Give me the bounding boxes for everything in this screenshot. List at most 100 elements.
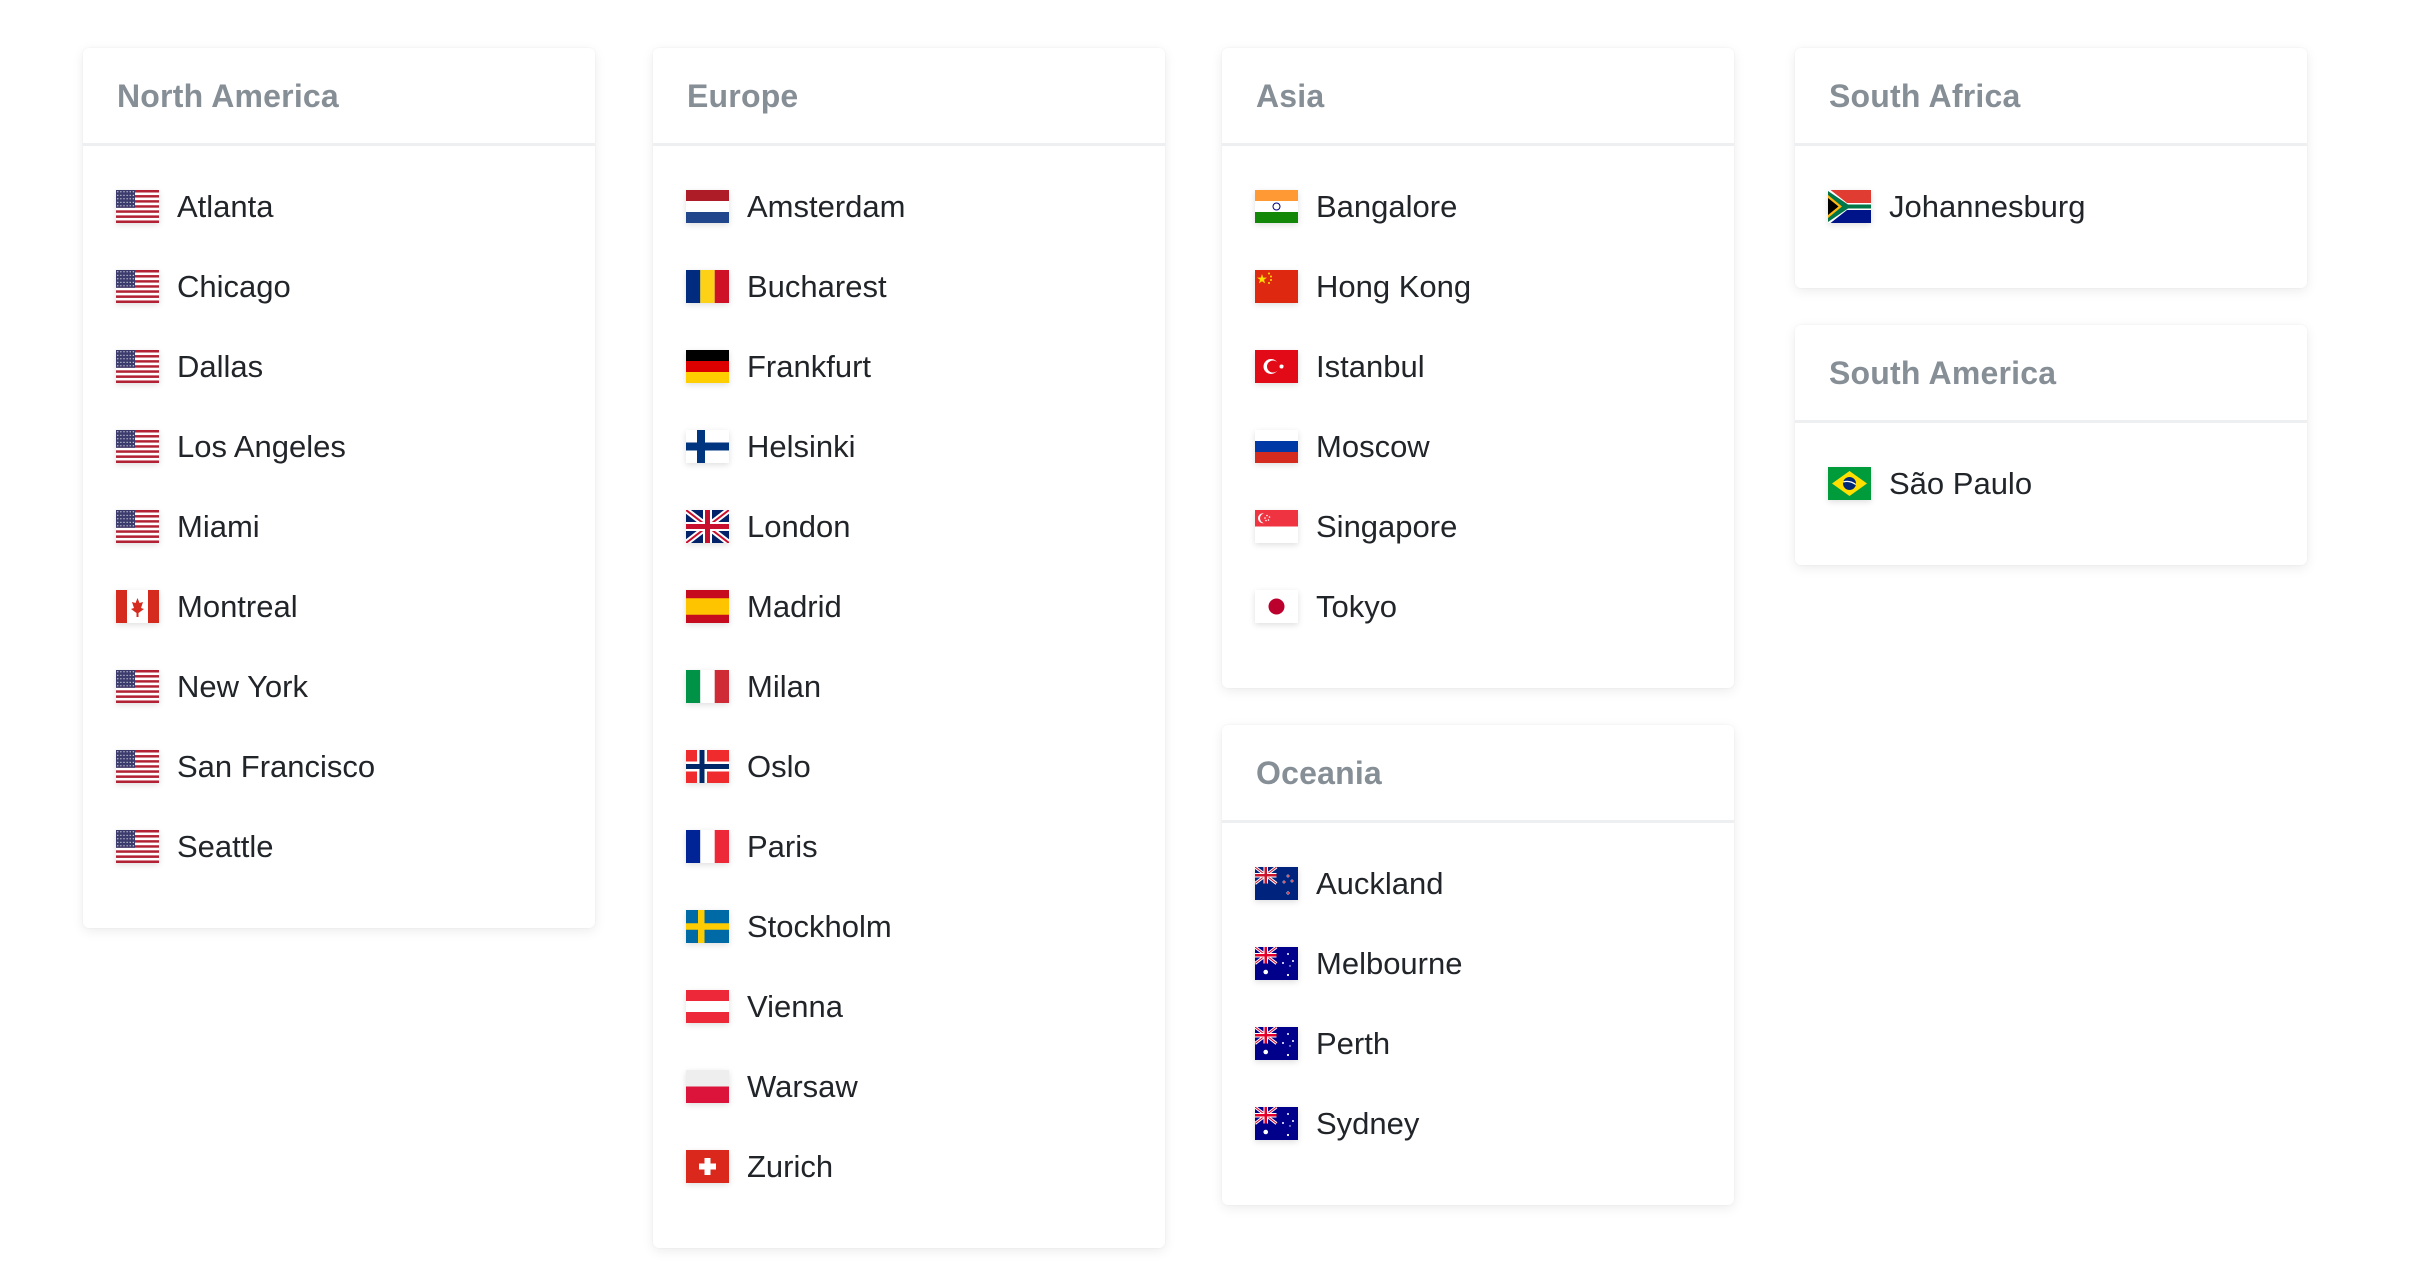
city-name: Zurich — [747, 1149, 834, 1184]
norway-flag-icon — [686, 750, 729, 783]
city-list: Amsterdam Bucharest Frankfurt Helsinki Londo… — [653, 146, 1165, 1248]
city-item[interactable]: Warsaw — [653, 1069, 1165, 1150]
city-item[interactable]: San Francisco — [83, 749, 595, 830]
city-item[interactable]: Helsinki — [653, 429, 1165, 510]
city-name: Atlanta — [177, 189, 274, 224]
netherlands-flag-icon — [686, 190, 729, 223]
card-header: South Africa — [1795, 48, 2307, 146]
city-item[interactable]: Frankfurt — [653, 349, 1165, 430]
city-name: Vienna — [747, 989, 843, 1024]
city-item[interactable]: Paris — [653, 829, 1165, 910]
city-item[interactable]: Atlanta — [83, 189, 595, 270]
region-title: South Africa — [1829, 78, 2021, 114]
city-item[interactable]: Perth — [1222, 1026, 1734, 1107]
city-item[interactable]: Vienna — [653, 989, 1165, 1070]
city-item[interactable]: Los Angeles — [83, 429, 595, 510]
city-item[interactable]: São Paulo — [1795, 466, 2307, 547]
city-item[interactable]: Chicago — [83, 269, 595, 350]
city-name: Dallas — [177, 349, 264, 384]
city-name: Seattle — [177, 829, 274, 864]
city-name: Chicago — [177, 269, 291, 304]
us-flag-icon — [116, 270, 159, 303]
city-item[interactable]: Istanbul — [1222, 349, 1734, 430]
city-name: Stockholm — [747, 909, 892, 944]
turkey-flag-icon — [1255, 350, 1298, 383]
city-name: Singapore — [1316, 509, 1458, 544]
city-item[interactable]: Amsterdam — [653, 189, 1165, 270]
region-card-south-america: South America São Paulo — [1795, 325, 2307, 565]
city-name: Bucharest — [747, 269, 887, 304]
us-flag-icon — [116, 430, 159, 463]
city-name: Hong Kong — [1316, 269, 1472, 304]
city-item[interactable]: Singapore — [1222, 509, 1734, 590]
finland-flag-icon — [686, 430, 729, 463]
city-list: São Paulo — [1795, 423, 2307, 565]
city-name: Los Angeles — [177, 429, 346, 464]
austria-flag-icon — [686, 990, 729, 1023]
city-item[interactable]: Auckland — [1222, 866, 1734, 947]
india-flag-icon — [1255, 190, 1298, 223]
city-item[interactable]: Oslo — [653, 749, 1165, 830]
city-item[interactable]: Hong Kong — [1222, 269, 1734, 350]
card-header: Europe — [653, 48, 1165, 146]
russia-flag-icon — [1255, 430, 1298, 463]
region-title: Europe — [687, 78, 799, 114]
region-title: South America — [1829, 355, 2057, 391]
city-name: San Francisco — [177, 749, 376, 784]
city-name: Miami — [177, 509, 260, 544]
city-name: Tokyo — [1316, 589, 1397, 624]
uk-flag-icon — [686, 510, 729, 543]
italy-flag-icon — [686, 670, 729, 703]
city-name: Montreal — [177, 589, 298, 624]
city-item[interactable]: Milan — [653, 669, 1165, 750]
city-item[interactable]: Dallas — [83, 349, 595, 430]
city-item[interactable]: Melbourne — [1222, 946, 1734, 1027]
city-name: Johannesburg — [1889, 189, 2086, 224]
city-name: Moscow — [1316, 429, 1430, 464]
china-flag-icon — [1255, 270, 1298, 303]
city-item[interactable]: Johannesburg — [1795, 189, 2307, 270]
city-name: New York — [177, 669, 308, 704]
city-item[interactable]: Madrid — [653, 589, 1165, 670]
city-item[interactable]: Bangalore — [1222, 189, 1734, 270]
region-card-north-america: North America Atlanta Chicago Dallas Los An… — [83, 48, 595, 928]
city-item[interactable]: Stockholm — [653, 909, 1165, 990]
city-item[interactable]: Montreal — [83, 589, 595, 670]
city-name: London — [747, 509, 851, 544]
city-item[interactable]: New York — [83, 669, 595, 750]
city-name: Istanbul — [1316, 349, 1425, 384]
city-name: São Paulo — [1889, 466, 2033, 501]
singapore-flag-icon — [1255, 510, 1298, 543]
us-flag-icon — [116, 510, 159, 543]
region-title: North America — [117, 78, 339, 114]
city-item[interactable]: Bucharest — [653, 269, 1165, 350]
region-title: Oceania — [1256, 755, 1382, 791]
japan-flag-icon — [1255, 590, 1298, 623]
us-flag-icon — [116, 190, 159, 223]
city-item[interactable]: Seattle — [83, 829, 595, 910]
region-card-asia: Asia Bangalore Hong Kong Istanbul Moscow Sin… — [1222, 48, 1734, 688]
card-header: Asia — [1222, 48, 1734, 146]
city-item[interactable]: Moscow — [1222, 429, 1734, 510]
city-list: Auckland Melbourne Perth Sydney — [1222, 823, 1734, 1205]
city-name: Auckland — [1316, 866, 1444, 901]
city-item[interactable]: London — [653, 509, 1165, 590]
city-name: Melbourne — [1316, 946, 1463, 981]
france-flag-icon — [686, 830, 729, 863]
city-item[interactable]: Tokyo — [1222, 589, 1734, 670]
city-name: Bangalore — [1316, 189, 1458, 224]
new-zealand-flag-icon — [1255, 867, 1298, 900]
city-item[interactable]: Zurich — [653, 1149, 1165, 1230]
sweden-flag-icon — [686, 910, 729, 943]
city-name: Perth — [1316, 1026, 1391, 1061]
south-africa-flag-icon — [1828, 190, 1871, 223]
australia-flag-icon — [1255, 1107, 1298, 1140]
city-name: Milan — [747, 669, 822, 704]
poland-flag-icon — [686, 1070, 729, 1103]
city-item[interactable]: Sydney — [1222, 1106, 1734, 1187]
australia-flag-icon — [1255, 947, 1298, 980]
city-item[interactable]: Miami — [83, 509, 595, 590]
card-header: North America — [83, 48, 595, 146]
city-name: Oslo — [747, 749, 811, 784]
city-name: Sydney — [1316, 1106, 1420, 1141]
